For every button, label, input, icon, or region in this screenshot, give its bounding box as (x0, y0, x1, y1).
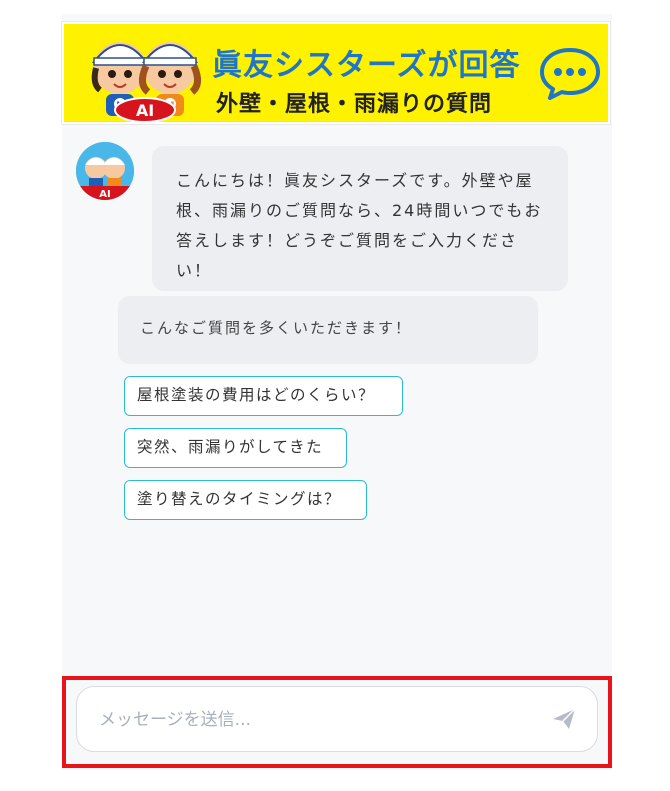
message-input-box (76, 686, 598, 752)
suggestion-hint: こんなご質問を多くいただきます！ (118, 296, 538, 364)
avatar-ai-badge: AI (99, 189, 110, 200)
composer (62, 676, 612, 770)
bot-avatar: AI (76, 142, 134, 200)
message-input[interactable] (97, 703, 521, 737)
mascot-illustration: N M AI (91, 42, 201, 123)
suggestion-chip-repaint-timing[interactable]: 塗り替えのタイミングは？ (124, 480, 367, 520)
send-icon[interactable] (551, 707, 577, 731)
header-banner: N M AI 眞友シスターズが回答 外壁・屋根・雨漏りの質問 (62, 22, 610, 124)
chat-widget: N M AI 眞友シスターズが回答 外壁・屋根・雨漏りの質問 (62, 14, 612, 770)
banner-subtitle: 外壁・屋根・雨漏りの質問 (216, 92, 493, 117)
bot-greeting-message: こんにちは！眞友シスターズです。外壁や屋根、雨漏りのご質問なら、24時間いつでも… (152, 146, 568, 291)
suggestion-chip-leak[interactable]: 突然、雨漏りがしてきた (124, 428, 347, 468)
chat-bubble-icon (540, 48, 600, 100)
suggestion-chip-roof-cost[interactable]: 屋根塗装の費用はどのくらい？ (124, 376, 403, 416)
banner-title: 眞友シスターズが回答 (212, 48, 521, 83)
ai-badge: AI (136, 101, 154, 120)
